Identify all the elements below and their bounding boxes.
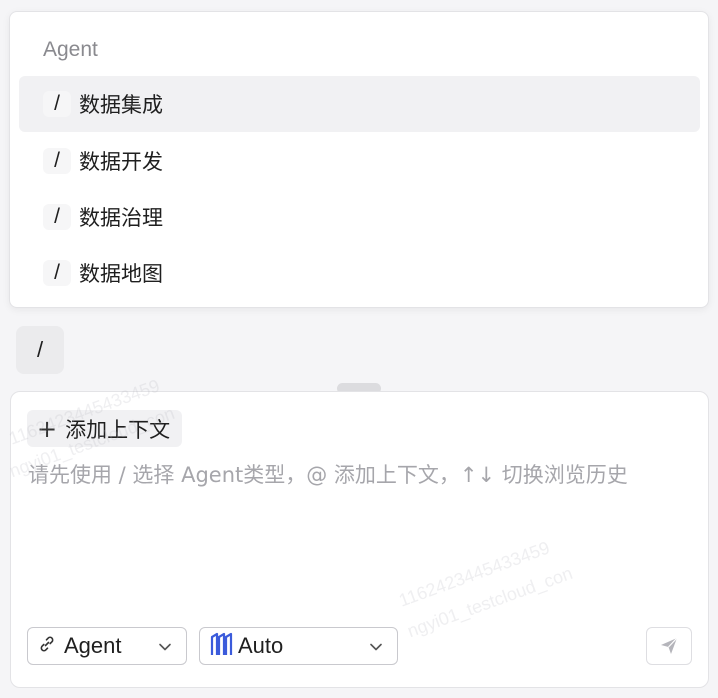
slash-command-chip[interactable]: / [16,326,64,374]
agent-select-label: Agent [64,633,122,658]
slash-icon: / [43,91,71,117]
agent-option-label: 数据治理 [79,206,163,230]
slash-icon: / [43,260,71,286]
agent-option-label: 数据开发 [79,150,163,174]
model-select[interactable]: Auto [199,627,398,665]
plus-icon: + [37,414,58,443]
agent-option-data-governance[interactable]: / 数据治理 [19,189,700,245]
agent-option-label: 数据集成 [79,93,163,117]
composer-toolbar: Agent Auto [27,627,692,667]
add-context-label: 添加上下文 [65,417,171,442]
model-logo-icon [210,631,234,662]
link-icon [38,635,56,658]
chat-composer[interactable]: + 添加上下文 请先使用 / 选择 Agent类型，@ 添加上下文，↑↓ 切换浏… [6,375,709,688]
model-select-label: Auto [238,633,284,658]
agent-dropdown: Agent / 数据集成 / 数据开发 / 数据治理 / 数据地图 [9,11,709,308]
dropdown-header: Agent [43,38,98,61]
agent-option-label: 数据地图 [79,262,163,286]
chevron-down-icon [370,643,382,651]
send-button[interactable] [646,627,692,665]
slash-icon: / [43,204,71,230]
send-icon [661,637,678,654]
agent-option-data-development[interactable]: / 数据开发 [19,133,700,189]
agent-option-data-integration[interactable]: / 数据集成 [19,76,700,132]
agent-option-data-map[interactable]: / 数据地图 [19,245,700,301]
add-context-button[interactable]: + 添加上下文 [27,410,183,447]
message-input-placeholder[interactable]: 请先使用 / 选择 Agent类型，@ 添加上下文，↑↓ 切换浏览历史 [28,460,698,491]
chevron-down-icon [159,643,171,651]
watermark-text: 1162423445433459 [396,537,553,611]
slash-icon: / [43,148,71,174]
agent-type-select[interactable]: Agent [27,627,187,665]
